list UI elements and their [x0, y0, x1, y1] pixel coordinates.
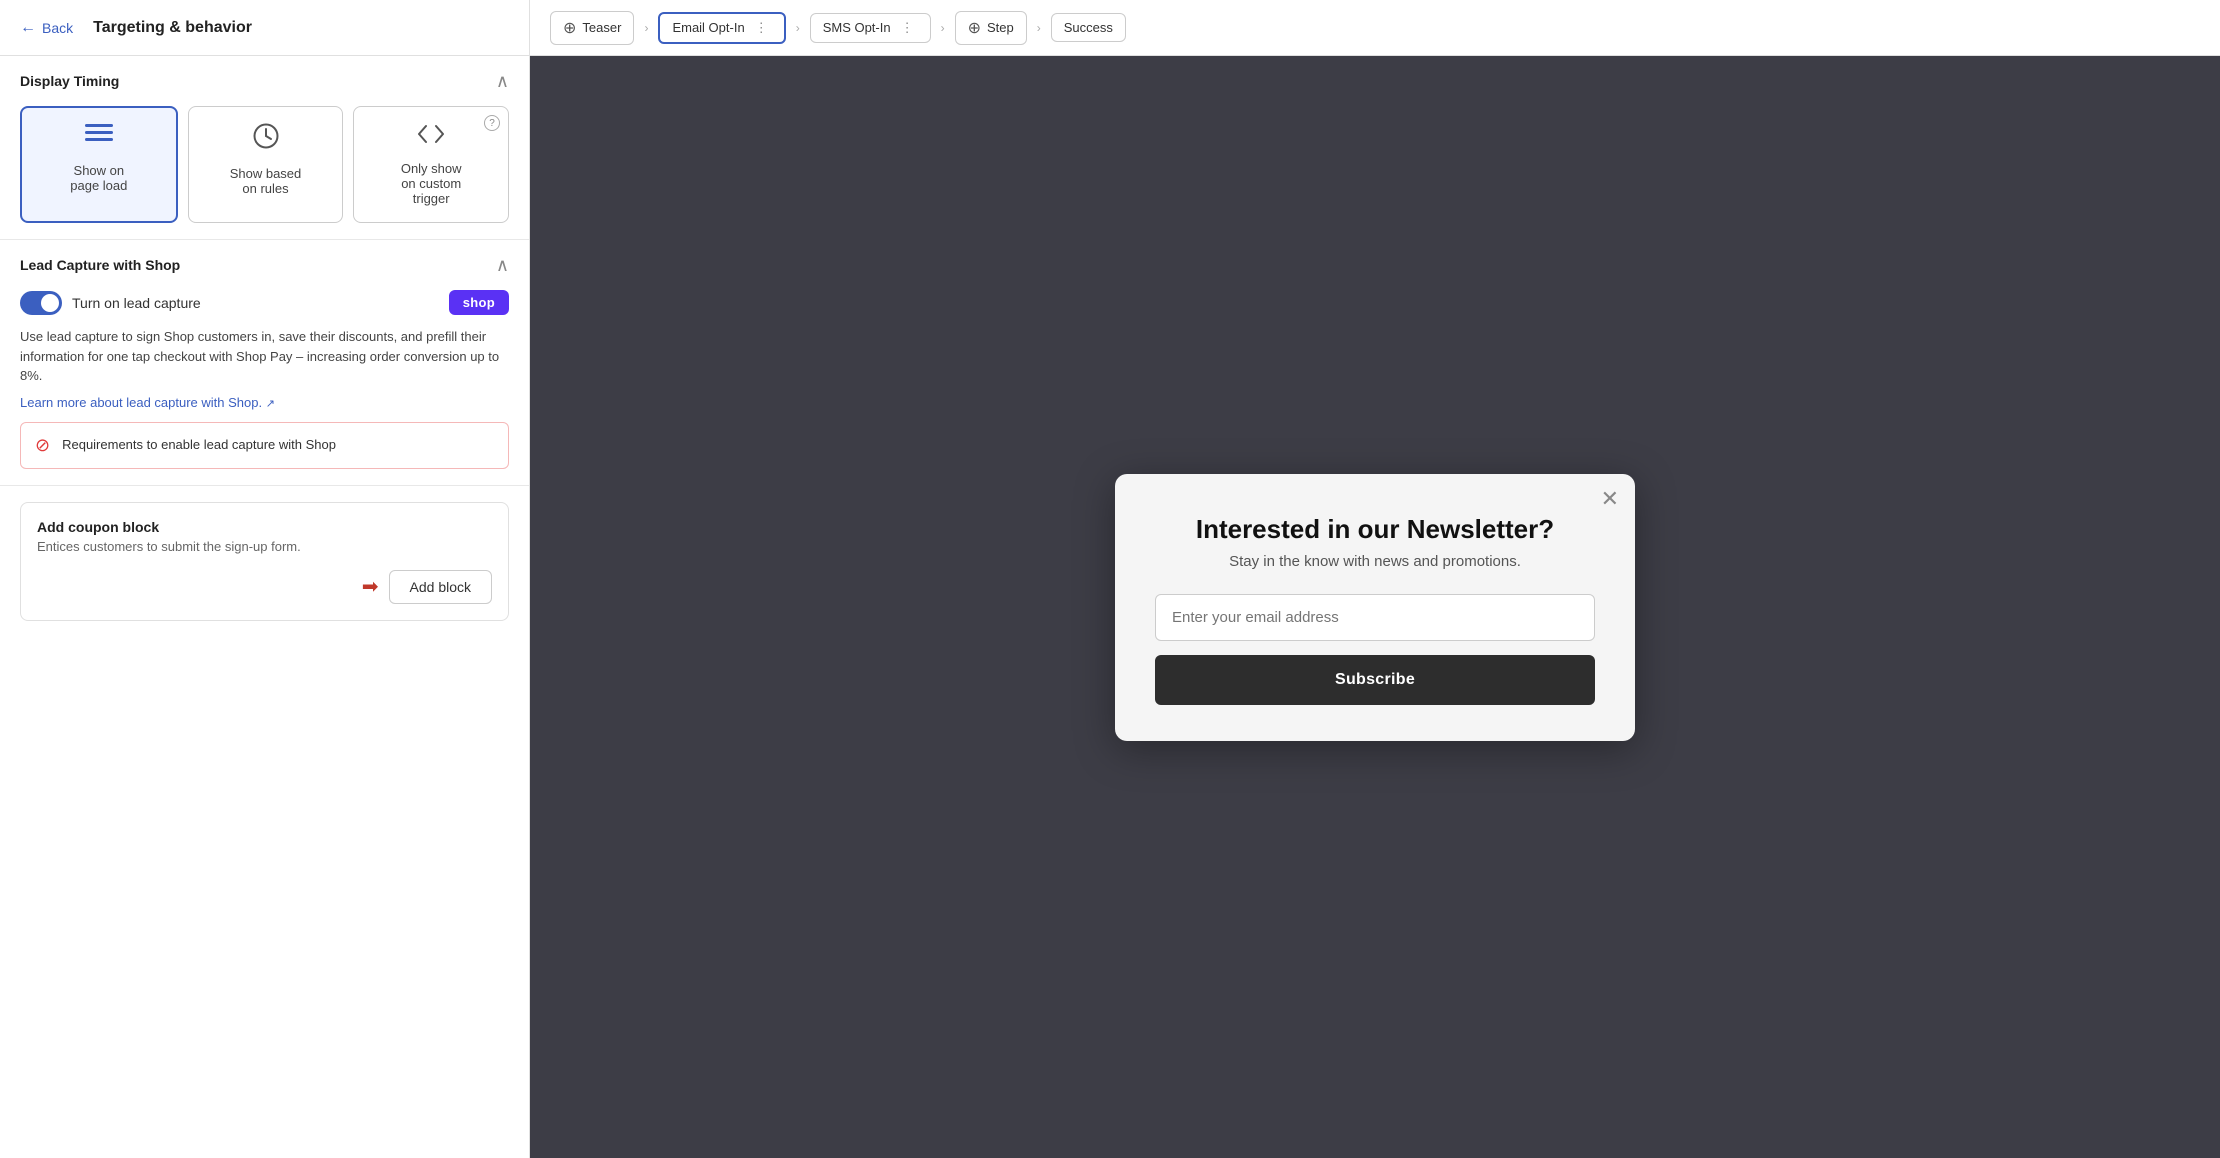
- lead-capture-header: Lead Capture with Shop ∧: [20, 256, 509, 274]
- subscribe-button[interactable]: Subscribe: [1155, 655, 1595, 705]
- external-link-icon: ↗: [266, 398, 275, 410]
- timing-card-rules[interactable]: Show basedon rules: [188, 106, 344, 223]
- lead-capture-section: Lead Capture with Shop ∧ Turn on lead ca…: [0, 240, 529, 486]
- coupon-add-row: ➡ Add block: [37, 570, 492, 604]
- nav-step-step[interactable]: ⊕ Step: [955, 11, 1027, 45]
- plus-icon-2: ⊕: [968, 18, 981, 38]
- nav-step-success[interactable]: Success: [1051, 13, 1126, 42]
- page-title: Targeting & behavior: [93, 19, 252, 37]
- lead-capture-toggle-label: Turn on lead capture: [72, 295, 201, 311]
- coupon-title: Add coupon block: [37, 519, 492, 535]
- nav-step-sms-opt-in[interactable]: SMS Opt-In ⋮: [810, 13, 931, 43]
- chevron-icon-4: ›: [1037, 21, 1041, 35]
- lead-capture-link[interactable]: Learn more about lead capture with Shop.…: [20, 395, 275, 410]
- shop-badge: shop: [449, 290, 509, 315]
- modal-title: Interested in our Newsletter?: [1155, 514, 1595, 545]
- nav-step-teaser-label: Teaser: [582, 20, 621, 35]
- modal-close-button[interactable]: ✕: [1601, 488, 1619, 510]
- display-timing-collapse-button[interactable]: ∧: [496, 72, 509, 90]
- coupon-card: Add coupon block Entices customers to su…: [20, 502, 509, 621]
- back-label: Back: [42, 20, 73, 36]
- timing-card-rules-label: Show basedon rules: [230, 166, 302, 196]
- nav-step-success-label: Success: [1064, 20, 1113, 35]
- sms-step-dots[interactable]: ⋮: [897, 20, 918, 36]
- chevron-icon-1: ›: [644, 21, 648, 35]
- main-content: Display Timing ∧ Show onpage load: [0, 56, 2220, 1158]
- nav-step-email-label: Email Opt-In: [672, 20, 744, 35]
- back-arrow-icon: ←: [20, 19, 36, 37]
- email-input[interactable]: [1155, 594, 1595, 641]
- code-icon: [417, 123, 445, 151]
- lead-capture-title: Lead Capture with Shop: [20, 257, 180, 273]
- toggle-left: Turn on lead capture: [20, 291, 201, 315]
- timing-card-custom-label: Only showon customtrigger: [401, 161, 462, 206]
- chevron-icon-2: ›: [796, 21, 800, 35]
- right-panel-preview: ✕ Interested in our Newsletter? Stay in …: [530, 56, 2220, 1158]
- left-panel: Display Timing ∧ Show onpage load: [0, 56, 530, 1158]
- display-timing-title: Display Timing: [20, 73, 119, 89]
- right-panel-header: ⊕ Teaser › Email Opt-In ⋮ › SMS Opt-In ⋮…: [530, 11, 2220, 45]
- lead-capture-toggle[interactable]: [20, 291, 62, 315]
- clock-icon: [253, 123, 279, 156]
- lead-toggle-row: Turn on lead capture shop: [20, 290, 509, 315]
- email-step-dots[interactable]: ⋮: [751, 20, 772, 36]
- coupon-description: Entices customers to submit the sign-up …: [37, 539, 492, 554]
- list-icon: [85, 124, 113, 153]
- lead-capture-collapse-button[interactable]: ∧: [496, 256, 509, 274]
- display-timing-section: Display Timing ∧ Show onpage load: [0, 56, 529, 240]
- back-button[interactable]: ← Back: [20, 19, 73, 37]
- lead-capture-description: Use lead capture to sign Shop customers …: [20, 327, 509, 386]
- plus-icon: ⊕: [563, 18, 576, 38]
- chevron-icon-3: ›: [941, 21, 945, 35]
- modal-subtitle: Stay in the know with news and promotion…: [1155, 553, 1595, 570]
- nav-step-teaser[interactable]: ⊕ Teaser: [550, 11, 634, 45]
- help-icon[interactable]: ?: [484, 115, 500, 131]
- arrow-icon: ➡: [362, 574, 379, 599]
- timing-card-page-load[interactable]: Show onpage load: [20, 106, 178, 223]
- requirements-text: Requirements to enable lead capture with…: [62, 436, 336, 454]
- timing-card-custom-trigger[interactable]: ? Only showon customtrigger: [353, 106, 509, 223]
- display-timing-header: Display Timing ∧: [20, 72, 509, 90]
- nav-step-step-label: Step: [987, 20, 1014, 35]
- add-block-button[interactable]: Add block: [389, 570, 492, 604]
- top-nav: ← Back Targeting & behavior ⊕ Teaser › E…: [0, 0, 2220, 56]
- coupon-section: Add coupon block Entices customers to su…: [0, 486, 529, 637]
- timing-card-page-load-label: Show onpage load: [70, 163, 127, 193]
- timing-cards: Show onpage load Show basedon rules: [20, 106, 509, 223]
- lead-capture-link-text: Learn more about lead capture with Shop.: [20, 395, 262, 410]
- nav-step-email-opt-in[interactable]: Email Opt-In ⋮: [658, 12, 785, 44]
- left-panel-header: ← Back Targeting & behavior: [0, 0, 530, 55]
- newsletter-modal: ✕ Interested in our Newsletter? Stay in …: [1115, 474, 1635, 741]
- requirements-icon: ⊘: [35, 435, 50, 456]
- requirements-box: ⊘ Requirements to enable lead capture wi…: [20, 422, 509, 469]
- nav-step-sms-label: SMS Opt-In: [823, 20, 891, 35]
